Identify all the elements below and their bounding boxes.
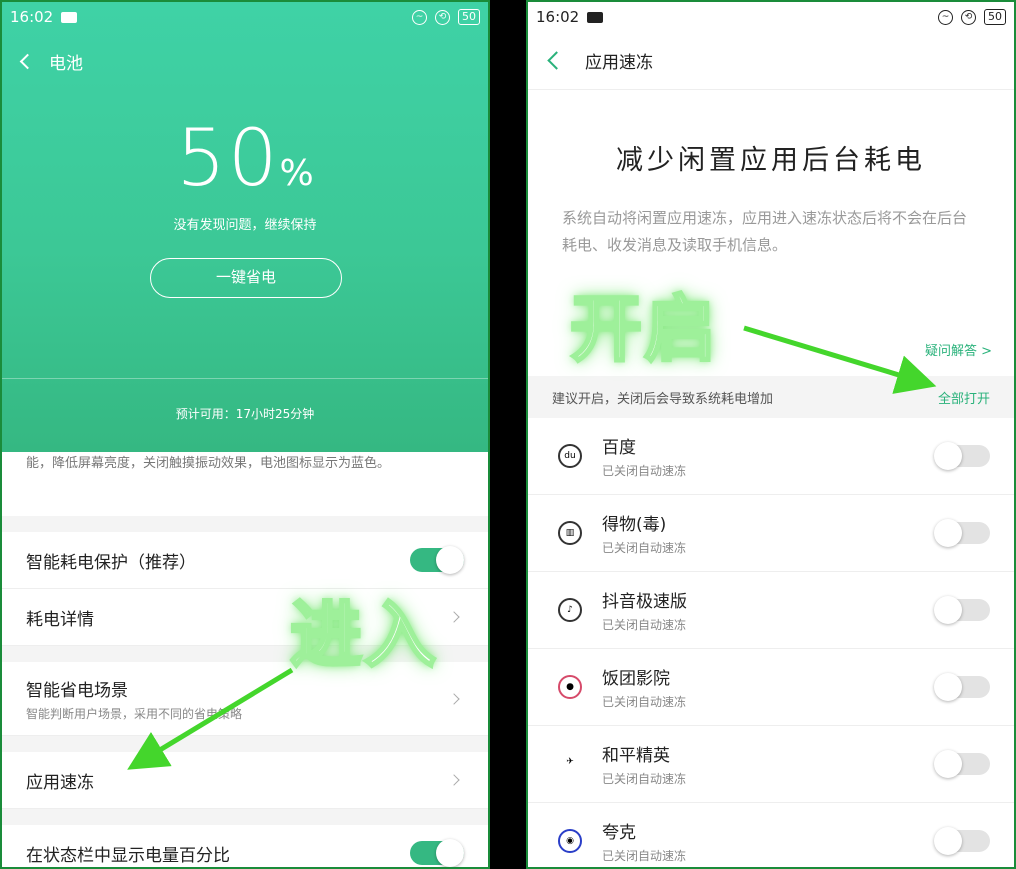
vibrate-icon: ~ [938,9,953,25]
app-list: du 百度 已关闭自动速冻 ▥ 得物(毒) 已关闭自动速冻 ♪ 抖音极速版 已关闭自动… [528,418,1014,867]
section-gap [2,809,488,825]
list-item[interactable]: ◉ 夸克已关闭自动速冻 [528,803,1014,867]
nav-bar: 电池 [2,32,488,90]
battery-icon: 50 [984,9,1006,25]
open-all-button[interactable]: 全部打开 [938,388,990,407]
douyin-app-icon: ♪ [558,598,582,622]
smart-protect-toggle[interactable] [410,546,464,574]
settings-group: 应用速冻 [2,752,488,809]
message-icon [587,11,604,23]
row-subtitle: 智能判断用户场景，采用不同的省电策略 [26,706,243,721]
fantuan-app-icon: ● [558,675,582,699]
list-item[interactable]: du 百度已关闭自动速冻 [528,418,1014,495]
section-gap [2,516,488,532]
row-label: 耗电详情 [26,609,94,630]
list-item[interactable]: ♪ 抖音极速版已关闭自动速冻 [528,572,1014,649]
message-icon [61,11,78,23]
freeze-toggle[interactable] [934,750,990,778]
app-state: 已关闭自动速冻 [602,541,687,555]
freeze-toggle[interactable] [934,827,990,855]
chevron-right-icon [448,692,460,705]
status-note: 没有发现问题，继续保持 [173,218,317,233]
enter-annotation: 进入 [288,592,439,679]
app-freeze-screen: 16:02 ~ ⟲ 50 应用速冻 减少闲置应用后台耗电 系统自动将闲置应用速冻，应… [526,0,1016,869]
open-annotation: 开启 [568,286,719,373]
freeze-toggle[interactable] [934,442,990,470]
mode-description: 能，降低屏幕亮度，关闭触摸振动效果，电池图标显示为蓝色。 [2,452,488,516]
nav-bar: 应用速冻 [528,32,1014,90]
back-icon[interactable] [547,51,566,70]
app-name: 抖音极速版 [602,592,687,612]
app-name: 夸克 [602,823,636,843]
dewu-app-icon: ▥ [558,521,582,545]
app-name: 和平精英 [602,746,670,766]
app-name: 得物(毒) [602,515,667,535]
row-label: 在状态栏中显示电量百分比 [26,845,230,866]
app-state: 已关闭自动速冻 [602,618,687,632]
battery-percent: 50% [2,114,488,204]
app-name: 百度 [602,438,636,458]
divider [2,378,488,379]
quark-app-icon: ◉ [558,829,582,853]
app-state: 已关闭自动速冻 [602,695,687,709]
battery-header: 16:02 ~ ⟲ 50 电池 50% 没有发现问题，继续保持 一键省电 预计可用：… [2,2,488,452]
list-item[interactable]: ● 饭团影院已关闭自动速冻 [528,649,1014,726]
app-state: 已关闭自动速冻 [602,464,687,478]
freeze-toggle[interactable] [934,519,990,547]
battery-icon: 50 [458,9,480,25]
lock-rotation-icon: ⟲ [961,9,976,25]
section-gap [2,736,488,752]
headline: 减少闲置应用后台耗电 [616,145,926,176]
freeze-toggle[interactable] [934,596,990,624]
chevron-right-icon [448,774,460,786]
row-label: 智能省电场景 [26,680,128,701]
freeze-toggle[interactable] [934,673,990,701]
show-percentage-row[interactable]: 在状态栏中显示电量百分比 [2,825,488,867]
row-label: 应用速冻 [26,772,94,793]
list-item[interactable]: ▥ 得物(毒) 已关闭自动速冻 [528,495,1014,572]
battery-screen: 16:02 ~ ⟲ 50 电池 50% 没有发现问题，继续保持 一键省电 预计可用：… [0,0,490,869]
back-icon[interactable] [19,53,36,69]
row-label: 智能耗电保护（推荐） [26,552,196,573]
page-title: 电池 [49,53,83,74]
app-freeze-row[interactable]: 应用速冻 [2,752,488,809]
one-tap-save-button[interactable]: 一键省电 [150,258,342,298]
battery-percent-value: 50 [176,114,280,204]
percent-sign: % [279,153,314,194]
status-time: 16:02 [10,8,54,26]
page-title: 应用速冻 [585,53,653,73]
chevron-right-icon [448,611,460,623]
pubg-app-icon: ✈ [566,757,574,767]
show-percentage-toggle[interactable] [410,839,464,867]
app-name: 饭团影院 [602,669,670,689]
status-bar: 16:02 ~ ⟲ 50 [2,2,488,32]
lock-rotation-icon: ⟲ [435,9,450,25]
app-state: 已关闭自动速冻 [602,849,687,863]
hint-bar: 建议开启，关闭后会导致系统耗电增加 全部打开 [528,376,1014,418]
faq-link[interactable]: 疑问解答 > [925,340,992,359]
estimate-text: 预计可用：17小时25分钟 [175,407,315,421]
status-bar: 16:02 ~ ⟲ 50 [528,2,1014,32]
list-item[interactable]: ✈ 和平精英已关闭自动速冻 [528,726,1014,803]
settings-group: 在状态栏中显示电量百分比 [2,825,488,867]
app-state: 已关闭自动速冻 [602,772,687,786]
hint-text: 建议开启，关闭后会导致系统耗电增加 [552,391,774,407]
vibrate-icon: ~ [412,9,427,25]
baidu-app-icon: du [558,444,582,468]
status-time: 16:02 [536,8,580,26]
